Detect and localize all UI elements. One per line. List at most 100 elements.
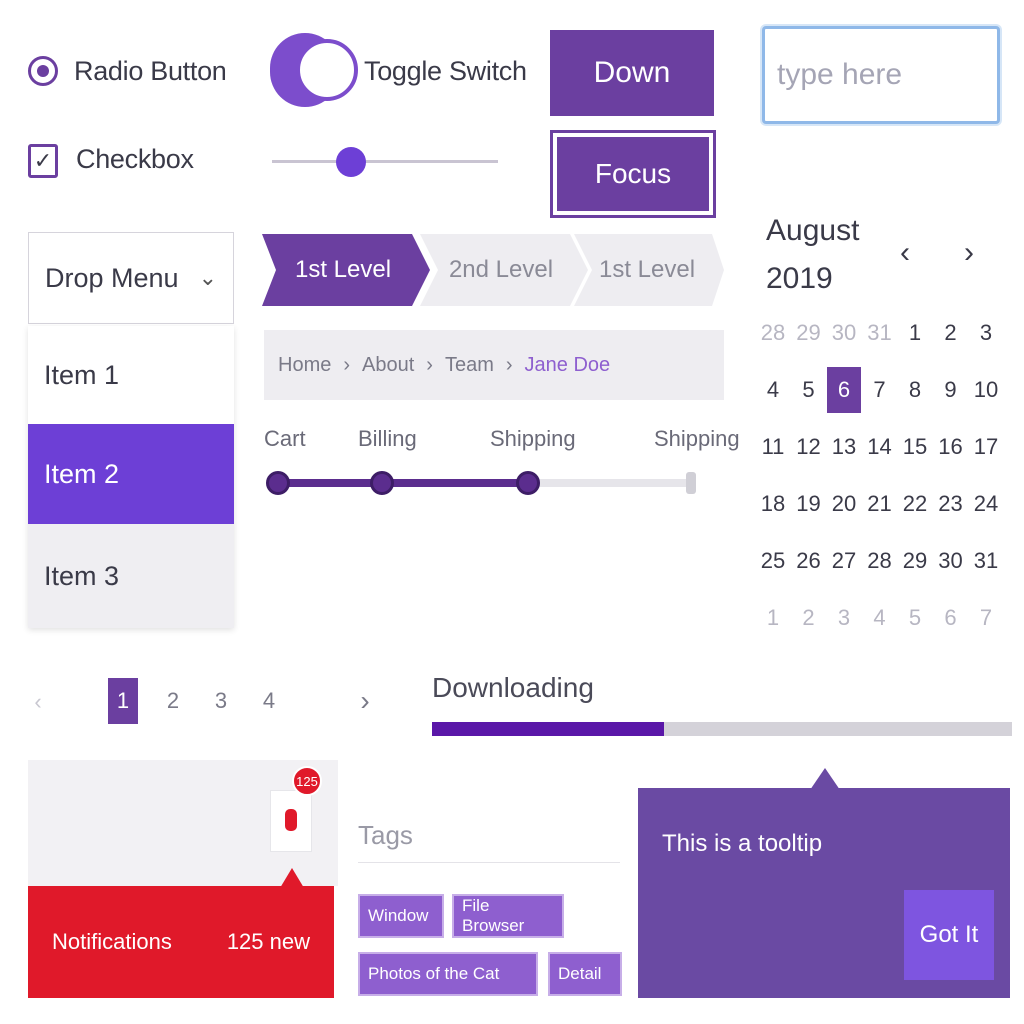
- calendar-day[interactable]: 17: [969, 424, 1003, 470]
- notifications-bar[interactable]: Notifications 125 new: [28, 886, 334, 998]
- calendar-day[interactable]: 18: [756, 481, 790, 527]
- calendar-prev-icon[interactable]: ‹: [900, 236, 910, 270]
- calendar-day[interactable]: 2: [934, 310, 968, 356]
- breadcrumb-separator: ›: [343, 353, 351, 376]
- calendar-day[interactable]: 14: [863, 424, 897, 470]
- calendar-day[interactable]: 31: [969, 538, 1003, 584]
- calendar-day[interactable]: 8: [898, 367, 932, 413]
- steps-progress: [278, 479, 530, 487]
- calendar-day[interactable]: 7: [969, 595, 1003, 641]
- breadcrumb-separator: ›: [426, 353, 433, 376]
- calendar-day[interactable]: 24: [969, 481, 1003, 527]
- calendar-day[interactable]: 30: [827, 310, 861, 356]
- dropdown-item-selected[interactable]: Item 2: [28, 424, 234, 524]
- calendar-day[interactable]: 30: [934, 538, 968, 584]
- page-1[interactable]: 1: [108, 678, 138, 724]
- calendar-day[interactable]: 29: [898, 538, 932, 584]
- calendar-day[interactable]: 9: [934, 367, 968, 413]
- calendar-day[interactable]: 28: [756, 310, 790, 356]
- calendar-day[interactable]: 1: [756, 595, 790, 641]
- pagination-next-icon[interactable]: ›: [350, 678, 380, 724]
- calendar-day[interactable]: 6: [934, 595, 968, 641]
- tag-window[interactable]: Window: [358, 894, 444, 938]
- down-button[interactable]: Down: [550, 30, 714, 116]
- level-2-label: 2nd Level: [448, 256, 554, 283]
- page-4[interactable]: 4: [254, 678, 284, 724]
- calendar-year: 2019: [766, 262, 833, 295]
- step-label-shipping-final: Shipping: [654, 426, 740, 451]
- dropdown-menu: Item 1 Item 2 Item 3: [28, 326, 234, 628]
- calendar-day[interactable]: 19: [792, 481, 826, 527]
- calendar-day[interactable]: 28: [863, 538, 897, 584]
- calendar-day-selected[interactable]: 6: [827, 367, 861, 413]
- calendar-day[interactable]: 29: [792, 310, 826, 356]
- calendar-next-icon[interactable]: ›: [964, 236, 974, 270]
- breadcrumb-team[interactable]: Team: [445, 354, 494, 377]
- calendar-day[interactable]: 7: [863, 367, 897, 413]
- calendar-day[interactable]: 25: [756, 538, 790, 584]
- calendar-day[interactable]: 10: [969, 367, 1003, 413]
- tags-divider: [358, 862, 620, 863]
- bell-box[interactable]: [270, 790, 312, 852]
- radio-label: Radio Button: [74, 56, 227, 86]
- toggle-switch[interactable]: [270, 33, 358, 107]
- calendar-day[interactable]: 3: [827, 595, 861, 641]
- slider-track[interactable]: [272, 160, 498, 163]
- calendar-day[interactable]: 20: [827, 481, 861, 527]
- tag-file-browser[interactable]: File Browser: [452, 894, 564, 938]
- page-3[interactable]: 3: [206, 678, 236, 724]
- dropdown-label: Drop Menu: [45, 262, 179, 293]
- calendar-day[interactable]: 23: [934, 481, 968, 527]
- dropdown-toggle[interactable]: Drop Menu ⌄: [28, 232, 234, 324]
- tag-detail[interactable]: Detail: [548, 952, 622, 996]
- checkbox[interactable]: ✓: [28, 144, 58, 178]
- bell-icon: [285, 809, 297, 831]
- slider-thumb[interactable]: [336, 147, 367, 177]
- radio-button[interactable]: [28, 56, 58, 86]
- toggle-label: Toggle Switch: [364, 56, 527, 86]
- calendar-day[interactable]: 2: [792, 595, 826, 641]
- progress-track: [432, 722, 1012, 736]
- tooltip: This is a tooltip Got It: [638, 788, 1010, 998]
- calendar-day[interactable]: 5: [898, 595, 932, 641]
- calendar-day[interactable]: 4: [863, 595, 897, 641]
- pagination-prev-icon[interactable]: ‹: [28, 680, 48, 724]
- breadcrumb-about[interactable]: About: [362, 354, 414, 377]
- calendar-day[interactable]: 31: [863, 310, 897, 356]
- page-2[interactable]: 2: [158, 678, 188, 724]
- calendar-day[interactable]: 11: [756, 424, 790, 470]
- notifications-label: Notifications: [52, 929, 172, 954]
- tag-photos[interactable]: Photos of the Cat: [358, 952, 538, 996]
- calendar-day[interactable]: 15: [898, 424, 932, 470]
- progress-label: Downloading: [432, 672, 594, 703]
- calendar-day[interactable]: 27: [827, 538, 861, 584]
- calendar-day[interactable]: 26: [792, 538, 826, 584]
- dropdown-item[interactable]: Item 1: [28, 326, 234, 424]
- calendar-day[interactable]: 4: [756, 367, 790, 413]
- step-dot-shipping[interactable]: [516, 471, 540, 495]
- level-1-label: 1st Level: [294, 256, 392, 283]
- focus-button[interactable]: Focus: [550, 130, 716, 218]
- calendar-day[interactable]: 1: [898, 310, 932, 356]
- focus-button-label: Focus: [557, 137, 709, 211]
- step-dot-final[interactable]: [686, 472, 696, 494]
- dropdown-item[interactable]: Item 3: [28, 524, 234, 628]
- calendar-day[interactable]: 16: [934, 424, 968, 470]
- checkmark-icon: ✓: [33, 148, 53, 174]
- calendar-day[interactable]: 22: [898, 481, 932, 527]
- step-dot-billing[interactable]: [370, 471, 394, 495]
- toggle-knob: [296, 39, 358, 101]
- calendar-day[interactable]: 21: [863, 481, 897, 527]
- level-3-label: 1st Level: [598, 256, 696, 283]
- calendar-day[interactable]: 13: [827, 424, 861, 470]
- step-dot-cart[interactable]: [266, 471, 290, 495]
- calendar-day[interactable]: 12: [792, 424, 826, 470]
- breadcrumb-separator: ›: [505, 353, 513, 376]
- calendar-day[interactable]: 5: [792, 367, 826, 413]
- got-it-button[interactable]: Got It: [904, 890, 994, 980]
- breadcrumb-home[interactable]: Home: [278, 354, 331, 377]
- calendar-grid: 28 29 30 31 1 2 3 4 5 6 7 8 9 10 11 12 13 14 15 16 17 18 19 20 2…: [756, 310, 1004, 648]
- calendar-day[interactable]: 3: [969, 310, 1003, 356]
- notifications-count: 125 new: [226, 929, 310, 954]
- text-input[interactable]: type here: [762, 26, 1000, 124]
